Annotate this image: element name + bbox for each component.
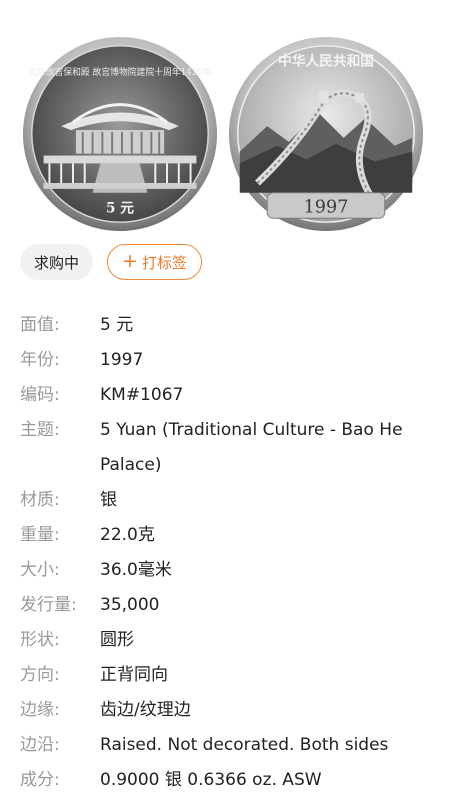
attribute-value: 齿边/纹理边 (100, 700, 191, 720)
attribute-label: 形状: (20, 630, 60, 650)
attribute-label: 主题: (20, 420, 60, 440)
attribute-label: 面值: (20, 315, 60, 335)
attribute-row-composition: 成分: 0.9000 银 0.6366 oz. ASW (20, 763, 430, 798)
attribute-row-weight: 重量: 22.0克 (20, 518, 430, 553)
attribute-row-orientation: 方向: 正背同向 (20, 658, 430, 693)
add-tag-button[interactable]: + 打标签 (107, 244, 202, 280)
attribute-row-mintage: 发行量: 35,000 (20, 588, 430, 623)
attribute-label: 大小: (20, 560, 60, 580)
attribute-label: 边缘: (20, 700, 60, 720)
attribute-row-year: 年份: 1997 (20, 343, 430, 378)
attribute-value: 5 元 (100, 315, 134, 335)
attribute-value: 圆形 (100, 630, 134, 650)
attribute-value: 5 Yuan (Traditional Culture - Bao He Pal… (100, 420, 403, 475)
attribute-row-edge: 边缘: 齿边/纹理边 (20, 693, 430, 728)
attribute-label: 方向: (20, 665, 60, 685)
attribute-value: 银 (100, 490, 117, 510)
attribute-value: 35,000 (100, 595, 160, 615)
attribute-label: 重量: (20, 525, 60, 545)
attribute-value: 正背同向 (100, 665, 168, 685)
tag-row: 求购中 + 打标签 (20, 242, 202, 282)
attribute-list: 面值: 5 元 年份: 1997 编码: KM#1067 主题: 5 Yuan … (20, 308, 430, 798)
coin-obverse-image[interactable]: 北京故宫保和殿 故宫博物院建院十周年1420年 5 元 (22, 36, 218, 232)
attribute-value: 1997 (100, 350, 144, 370)
attribute-value: KM#1067 (100, 385, 184, 405)
attribute-label: 编码: (20, 385, 60, 405)
obverse-inscription: 北京故宫保和殿 故宫博物院建院十周年1420年 (28, 66, 212, 78)
attribute-row-theme: 主题: 5 Yuan (Traditional Culture - Bao He… (20, 413, 430, 483)
coin-images[interactable]: 北京故宫保和殿 故宫博物院建院十周年1420年 5 元 中华人民共和国 1997 (0, 0, 450, 232)
attribute-value: 0.9000 银 0.6366 oz. ASW (100, 770, 322, 790)
attribute-row-material: 材质: 银 (20, 483, 430, 518)
attribute-label: 成分: (20, 770, 60, 790)
attribute-label: 发行量: (20, 595, 77, 615)
status-badge: 求购中 (20, 244, 94, 280)
attribute-row-code: 编码: KM#1067 (20, 378, 430, 413)
reverse-inscription: 中华人民共和国 (278, 52, 374, 69)
reverse-year: 1997 (304, 197, 349, 217)
attribute-label: 年份: (20, 350, 60, 370)
attribute-label: 边沿: (20, 735, 60, 755)
attribute-row-rim: 边沿: Raised. Not decorated. Both sides (20, 728, 430, 763)
attribute-label: 材质: (20, 490, 60, 510)
obverse-denomination: 5 元 (106, 200, 134, 216)
plus-icon: + (122, 250, 138, 272)
coin-reverse-image[interactable]: 中华人民共和国 1997 (228, 36, 424, 232)
attribute-value: Raised. Not decorated. Both sides (100, 735, 389, 755)
attribute-row-size: 大小: 36.0毫米 (20, 553, 430, 588)
attribute-value: 22.0克 (100, 525, 155, 545)
attribute-row-shape: 形状: 圆形 (20, 623, 430, 658)
attribute-value: 36.0毫米 (100, 560, 172, 580)
add-tag-label: 打标签 (141, 253, 187, 272)
attribute-row-denomination: 面值: 5 元 (20, 308, 430, 343)
